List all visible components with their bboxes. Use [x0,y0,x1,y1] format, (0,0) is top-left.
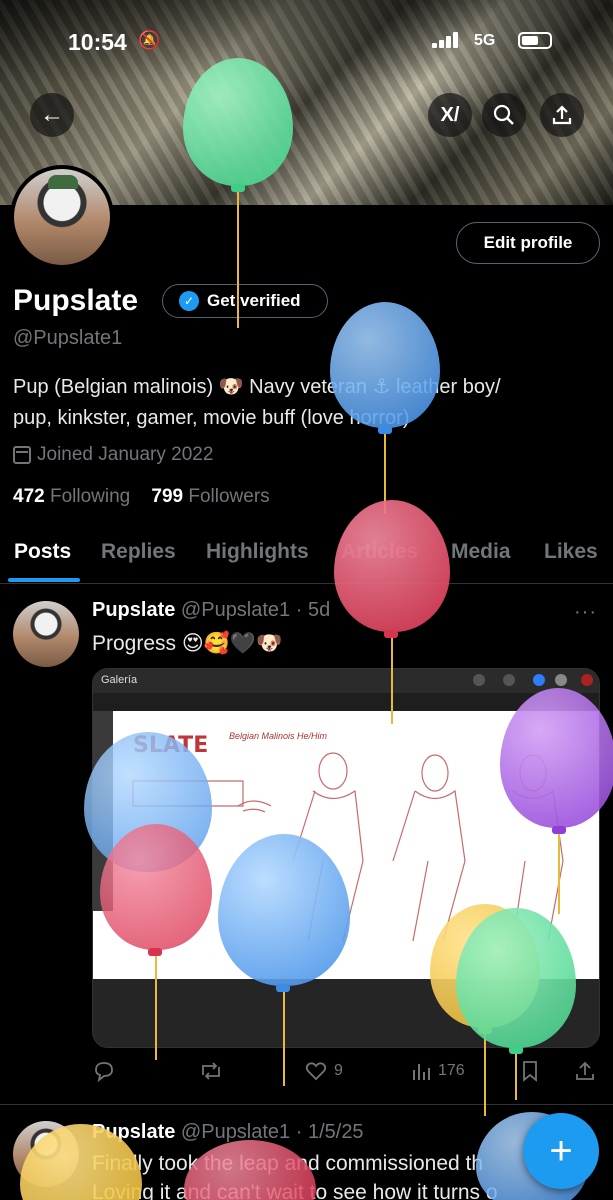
followers-label: Followers [188,486,270,507]
verified-check-icon: ✓ [179,291,199,311]
post-header: Pupslate @Pupslate1 · 1/5/25 [92,1121,364,1144]
like-button[interactable]: 9 [304,1060,343,1082]
tool-sidebar [93,711,113,911]
post-media-image[interactable]: Galería SLATE Belgian Malinois He/Him [92,668,600,1048]
grok-icon: X/ [440,103,460,126]
repost-icon [202,1062,220,1080]
search-icon [493,104,514,125]
smudge-icon [503,674,515,686]
bookmark-icon [523,1061,537,1082]
post-meta: @Pupslate1 · 1/5/25 [180,1121,364,1143]
media-bottom-area [93,979,599,1047]
post-share-button[interactable] [574,1060,596,1082]
views-icon [413,1064,430,1080]
post-text-line-2: Loving it and can't wait to see how it t… [92,1181,498,1200]
share-button[interactable] [540,93,584,137]
brush-icon [473,674,485,686]
back-button[interactable]: ← [30,93,74,137]
post-actions: 9 176 [92,1060,600,1088]
status-bar: 10:54 🔕 5G [0,26,613,56]
grok-button[interactable]: X/ [428,93,472,137]
joined-date: Joined January 2022 [13,444,213,466]
sketch-drawing [132,752,564,942]
active-tab-indicator [8,578,80,582]
followers-link[interactable]: 799 Followers [151,486,269,507]
views-button[interactable]: 176 [410,1060,465,1082]
layers-icon [555,674,567,686]
following-label: Following [49,486,131,507]
post-header: Pupslate @Pupslate1 · 5d [92,599,330,622]
tab-replies[interactable]: Replies [101,540,176,564]
profile-tabs: Posts Replies Highlights Articles Media … [0,530,613,584]
like-count: 9 [334,1062,343,1079]
color-icon [581,674,593,686]
network-label: 5G [474,32,496,49]
bio-line-1: Pup (Belgian malinois) 🐶 Navy veteran ⚓ … [13,376,501,398]
back-arrow-icon: ← [40,101,64,128]
profile-bio: Pup (Belgian malinois) 🐶 Navy veteran ⚓ … [13,372,603,434]
reply-button[interactable] [92,1060,122,1082]
profile-avatar[interactable] [10,165,114,269]
post-text-line-1: Finally took the leap and commissioned t… [92,1152,484,1175]
battery-icon [518,32,552,49]
post-meta: @Pupslate1 · 5d [180,599,331,621]
get-verified-label: Get verified [207,291,301,310]
signal-icon [432,32,458,48]
silent-bell-icon: 🔕 [138,30,161,50]
like-icon [305,1062,327,1081]
post[interactable]: Pupslate @Pupslate1 · 1/5/25 Finally too… [0,1105,613,1200]
share-icon [576,1061,594,1080]
status-time: 10:54 [68,29,127,55]
post-author-name[interactable]: Pupslate [92,599,175,621]
compose-button[interactable]: + [523,1113,599,1189]
post-avatar[interactable] [13,1121,79,1187]
sketch-canvas: SLATE Belgian Malinois He/Him [93,711,599,979]
tab-highlights[interactable]: Highlights [206,540,309,564]
share-icon [552,105,572,125]
following-count: 472 [13,486,45,507]
media-app-label: Galería [101,674,138,686]
tab-likes[interactable]: Likes [544,540,598,564]
tab-posts[interactable]: Posts [14,540,71,564]
post-avatar[interactable] [13,601,79,667]
tab-articles[interactable]: Articles [341,540,418,564]
edit-profile-button[interactable]: Edit profile [456,222,600,264]
post-text: Progress 😍🥰🖤🐶 [92,632,283,655]
profile-handle: @Pupslate1 [13,327,123,349]
following-link[interactable]: 472 Following [13,486,130,507]
tab-media[interactable]: Media [451,540,511,564]
get-verified-button[interactable]: ✓ Get verified [162,284,328,318]
search-button[interactable] [482,93,526,137]
repost-button[interactable] [198,1060,230,1082]
followers-count: 799 [151,486,184,507]
more-options-icon[interactable]: ··· [574,601,597,624]
eraser-icon [533,674,545,686]
joined-label: Joined January 2022 [37,444,214,465]
media-toolbar: Galería [93,669,599,693]
post-author-name[interactable]: Pupslate [92,1121,175,1143]
views-count: 176 [438,1062,465,1079]
bookmark-button[interactable] [520,1060,540,1082]
compose-icon: + [549,1128,573,1173]
calendar-icon [13,446,31,464]
follow-stats: 472 Following 799 Followers [13,486,270,508]
reply-icon [95,1062,113,1082]
profile-name: Pupslate [13,284,139,317]
bio-line-2: pup, kinkster, gamer, movie buff (love h… [13,407,410,429]
